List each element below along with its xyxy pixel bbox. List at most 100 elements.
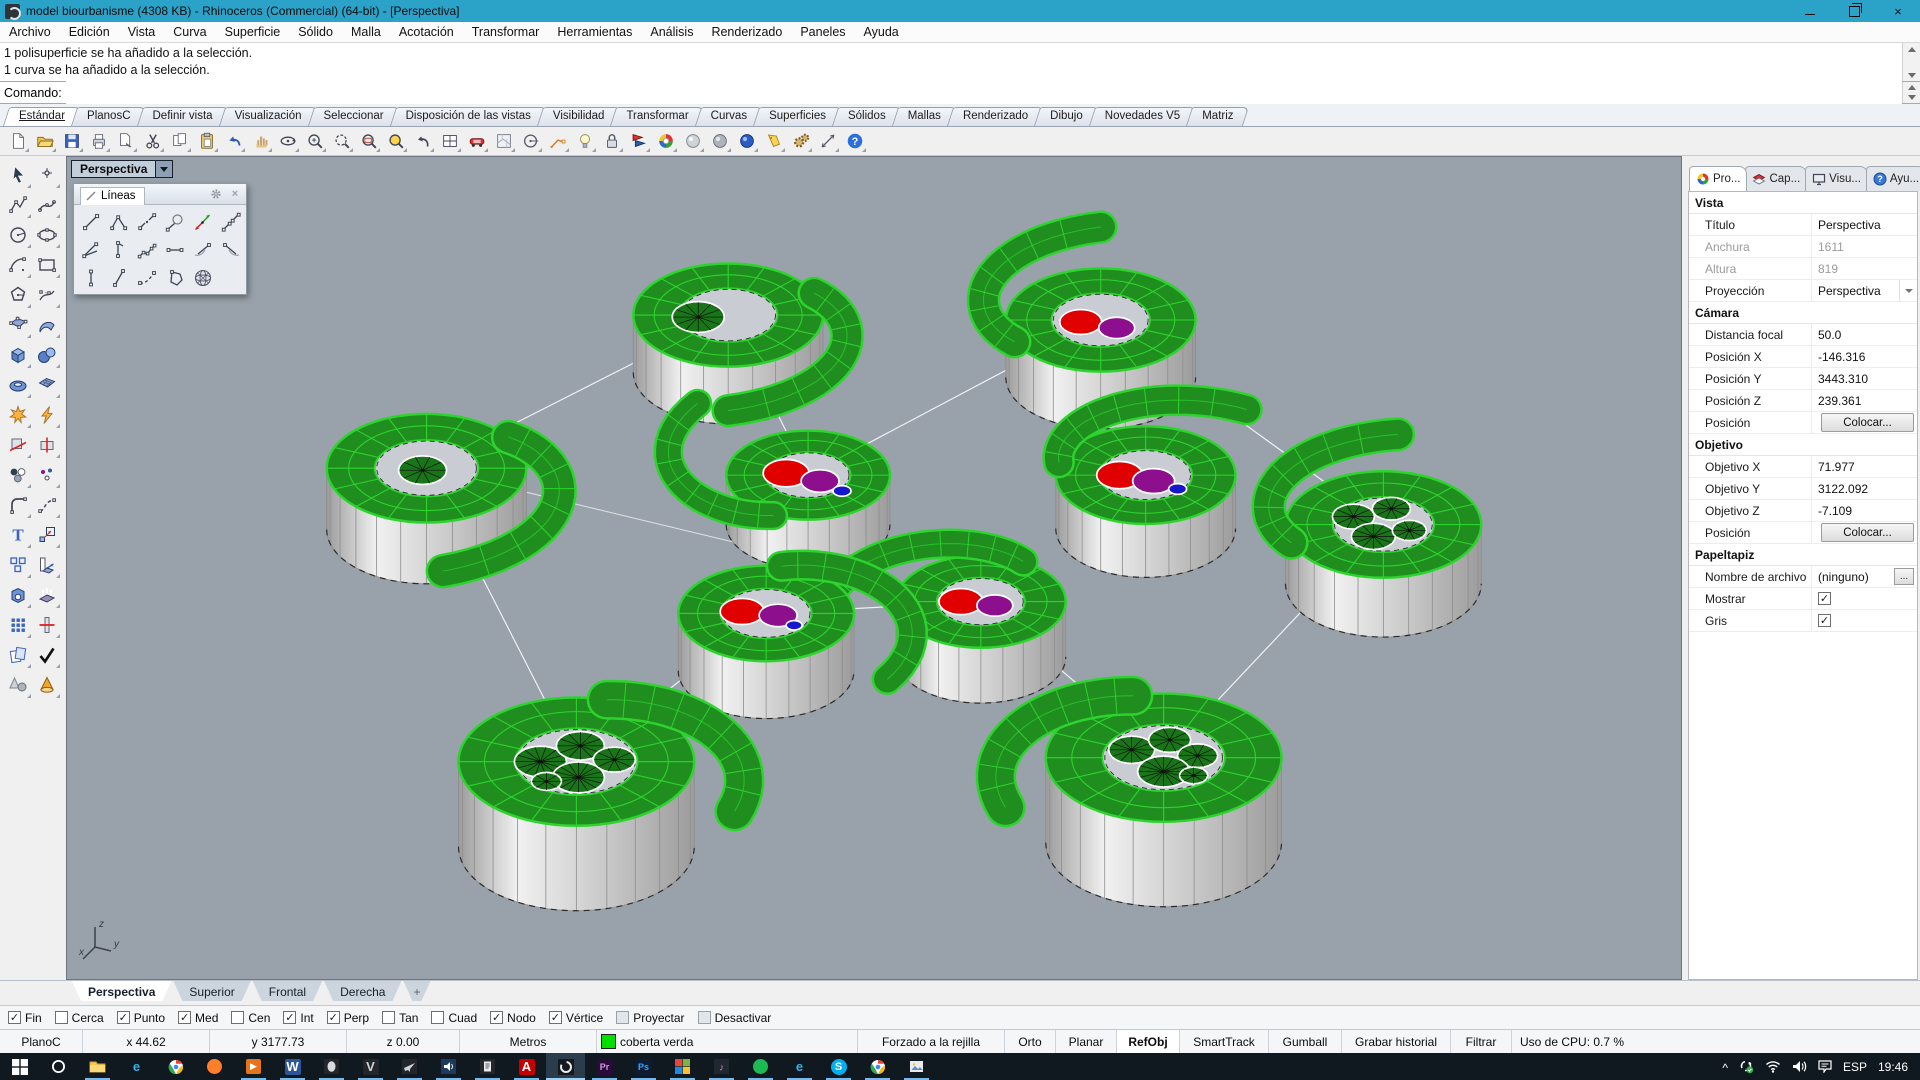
open-file-icon[interactable]: [31, 128, 58, 154]
status-z-0-00[interactable]: z 0.00: [347, 1030, 460, 1053]
group-tab-renderizado[interactable]: Renderizado: [950, 107, 1041, 126]
zoom-icon[interactable]: [301, 128, 328, 154]
osnap-checkbox-cuad[interactable]: [431, 1011, 444, 1024]
lineas-tool-line-vertical-tick-icon[interactable]: .s{stroke:#3a4450;stroke-width:1.3;fill:…: [105, 236, 132, 263]
trim-icon[interactable]: [3, 430, 32, 459]
volume-icon[interactable]: [1792, 1060, 1807, 1073]
prop-value[interactable]: Perspectiva: [1812, 214, 1917, 235]
osnap-fin[interactable]: Fin: [8, 1011, 42, 1025]
arc-tool-icon[interactable]: [3, 250, 32, 279]
circle-tool-icon[interactable]: [3, 220, 32, 249]
menu-item-malla[interactable]: Malla: [342, 22, 390, 42]
osnap-checkbox-desactivar[interactable]: [698, 1011, 711, 1024]
3d-model-canvas[interactable]: [67, 157, 1681, 979]
status-x-44-62[interactable]: x 44.62: [83, 1030, 210, 1053]
osnap-desactivar[interactable]: Desactivar: [698, 1011, 772, 1025]
print-icon[interactable]: [85, 128, 112, 154]
taskbar-chrome-2[interactable]: [858, 1053, 897, 1080]
taskbar-file-explorer[interactable]: [78, 1053, 117, 1080]
zoom-dynamic-icon[interactable]: [328, 128, 355, 154]
panel-tab-ayu[interactable]: ?Ayu...: [1866, 166, 1920, 191]
panel-tab-pro[interactable]: Pro...: [1689, 166, 1747, 191]
curve-interp-icon[interactable]: [32, 190, 61, 219]
taskbar-internet-explorer[interactable]: e: [780, 1053, 819, 1080]
minimize-button[interactable]: [1788, 0, 1832, 22]
torus-icon[interactable]: [3, 370, 32, 399]
status-orto[interactable]: Orto: [1005, 1030, 1056, 1053]
osnap-nodo[interactable]: Nodo: [490, 1011, 536, 1025]
sphere-gray-icon[interactable]: [679, 128, 706, 154]
taskbar-autocad[interactable]: A: [507, 1053, 546, 1080]
osnap-checkbox-tan[interactable]: [382, 1011, 395, 1024]
status-grabar-historial[interactable]: Grabar historial: [1342, 1030, 1451, 1053]
taskbar-cortana[interactable]: [39, 1053, 78, 1080]
lineas-tool-line-chain-icon[interactable]: .s{stroke:#3a4450;stroke-width:1.3;fill:…: [217, 208, 244, 235]
cone-orange-icon[interactable]: [32, 670, 61, 699]
menu-item-paneles[interactable]: Paneles: [791, 22, 854, 42]
viewport-title-menu-icon[interactable]: [156, 160, 173, 178]
prop-value[interactable]: -7.109: [1812, 500, 1917, 521]
command-line-scrollbar[interactable]: [1902, 82, 1920, 103]
taskbar-rhinoceros[interactable]: [546, 1053, 585, 1080]
taskbar-app-plane[interactable]: [390, 1053, 429, 1080]
browse-file-button[interactable]: ...: [1894, 568, 1914, 585]
menu-item-anlisis[interactable]: Análisis: [641, 22, 702, 42]
lineas-tool-line-horizontal-icon[interactable]: .s{stroke:#3a4450;stroke-width:1.3;fill:…: [161, 236, 188, 263]
osnap-proyectar[interactable]: Proyectar: [616, 1011, 684, 1025]
osnap-int[interactable]: Int: [283, 1011, 313, 1025]
group-tab-visibilidad[interactable]: Visibilidad: [540, 107, 618, 126]
options-gears-icon[interactable]: [787, 128, 814, 154]
lightbulb-icon[interactable]: [571, 128, 598, 154]
osnap-tan[interactable]: Tan: [382, 1011, 418, 1025]
menu-item-herramientas[interactable]: Herramientas: [548, 22, 641, 42]
prop-value[interactable]: 50.0: [1812, 324, 1917, 345]
viewport-title-label[interactable]: Perspectiva: [71, 160, 156, 178]
osnap-cuad[interactable]: Cuad: [431, 1011, 477, 1025]
copy-objects-icon[interactable]: [3, 640, 32, 669]
taskbar-chrome[interactable]: [156, 1053, 195, 1080]
panel-tab-cap[interactable]: Cap...: [1745, 166, 1807, 191]
group-tab-matriz[interactable]: Matriz: [1189, 107, 1246, 126]
lineas-palette-header[interactable]: Líneas ×: [74, 184, 246, 205]
prop-value[interactable]: Perspectiva: [1812, 280, 1917, 301]
prop-value[interactable]: 3443.310: [1812, 368, 1917, 389]
group-tab-transformar[interactable]: Transformar: [613, 107, 701, 126]
osnap-checkbox-med[interactable]: [178, 1011, 191, 1024]
cut-icon[interactable]: [139, 128, 166, 154]
command-input[interactable]: [66, 81, 1902, 104]
solid-union-icon[interactable]: [3, 580, 32, 609]
status-coberta-verda[interactable]: coberta verda: [597, 1030, 858, 1053]
lineas-tool-line-angle-icon[interactable]: .s{stroke:#3a4450;stroke-width:1.3;fill:…: [77, 236, 104, 263]
lineas-tool-line-segments-icon[interactable]: .s{stroke:#3a4450;stroke-width:1.3;fill:…: [133, 208, 160, 235]
taskbar-photos[interactable]: [663, 1053, 702, 1080]
add-viewport-tab-button[interactable]: +: [403, 981, 430, 1001]
taskbar-media-player[interactable]: ▶: [234, 1053, 273, 1080]
status-filtrar[interactable]: Filtrar: [1451, 1030, 1512, 1053]
lineas-tool-line-tangent-2-icon[interactable]: .s{stroke:#3a4450;stroke-width:1.3;fill:…: [217, 236, 244, 263]
prop-value[interactable]: 239.361: [1812, 390, 1917, 411]
menu-item-archivo[interactable]: Archivo: [0, 22, 60, 42]
text-tool-icon[interactable]: T: [3, 520, 32, 549]
scroll-up-icon[interactable]: [1903, 43, 1920, 55]
circle-center-icon[interactable]: [517, 128, 544, 154]
group-tab-planosc[interactable]: PlanosC: [74, 107, 143, 126]
group-tab-dibujo[interactable]: Dibujo: [1037, 107, 1096, 126]
viewport-tab-derecha[interactable]: Derecha: [324, 981, 401, 1001]
menu-item-edicin[interactable]: Edición: [60, 22, 119, 42]
menu-item-acotacin[interactable]: Acotación: [390, 22, 463, 42]
ellipse-tool-icon[interactable]: [32, 220, 61, 249]
sync-icon[interactable]: [1739, 1059, 1754, 1074]
menu-item-superficie[interactable]: Superficie: [216, 22, 290, 42]
osnap-med[interactable]: Med: [178, 1011, 218, 1025]
viewport-tab-perspectiva[interactable]: Perspectiva: [72, 981, 171, 1001]
status-y-3177-73[interactable]: y 3177.73: [210, 1030, 347, 1053]
taskbar-app-audio[interactable]: [429, 1053, 468, 1080]
fillet-flash-icon[interactable]: [32, 400, 61, 429]
lineas-tool-polygon-open-icon[interactable]: .s{stroke:#3a4450;stroke-width:1.3;fill:…: [161, 264, 188, 291]
dropdown-chevron-icon[interactable]: [1899, 280, 1917, 301]
group-tab-mallas[interactable]: Mallas: [895, 107, 954, 126]
lineas-tool-sphere-grid-icon[interactable]: .s{stroke:#3a4450;stroke-width:1.3;fill:…: [189, 264, 216, 291]
rectangle-tool-icon[interactable]: [32, 250, 61, 279]
menu-item-transformar[interactable]: Transformar: [463, 22, 549, 42]
status-uso-de-cpu-0-7-[interactable]: Uso de CPU: 0.7 %: [1512, 1030, 1920, 1053]
